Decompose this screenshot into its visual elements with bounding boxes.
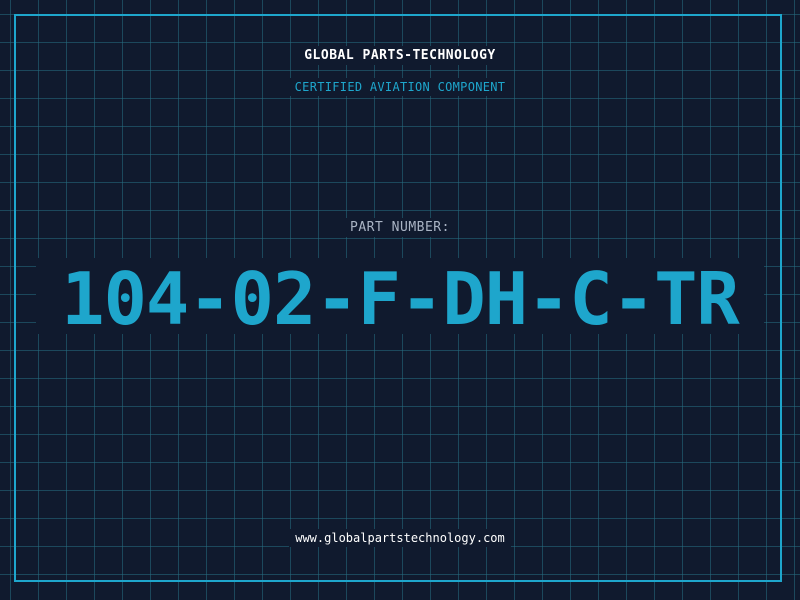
certification-subtitle: CERTIFIED AVIATION COMPONENT [0,78,800,96]
website-url: www.globalpartstechnology.com [0,529,800,547]
company-name: GLOBAL PARTS-TECHNOLOGY [0,46,800,65]
part-number-value: 104-02-F-DH-C-TR [61,257,740,341]
certification-subtitle-text: CERTIFIED AVIATION COMPONENT [288,78,512,96]
company-name-text: GLOBAL PARTS-TECHNOLOGY [298,46,502,65]
part-number-label: PART NUMBER: [0,218,800,237]
part-number-label-text: PART NUMBER: [344,218,456,237]
website-url-text: www.globalpartstechnology.com [289,529,511,547]
